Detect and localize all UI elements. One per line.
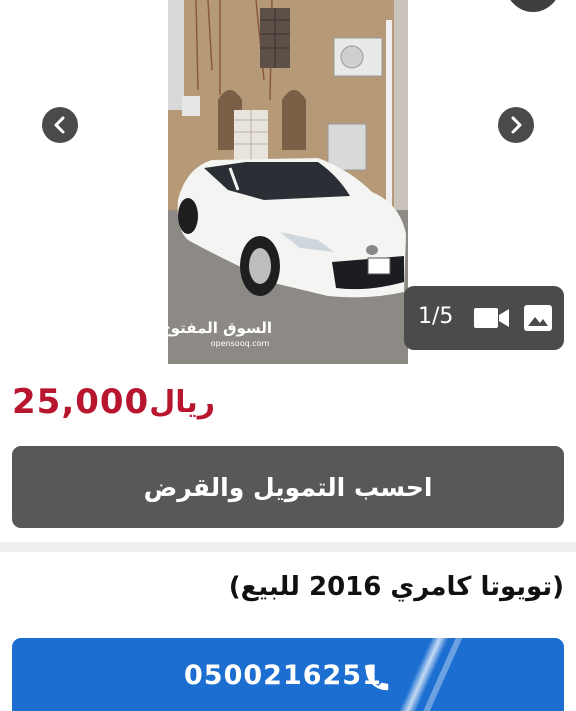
previous-image-button[interactable] bbox=[42, 107, 78, 143]
chevron-left-icon bbox=[54, 116, 65, 134]
finance-calculator-button[interactable]: احسب التمويل والقرض bbox=[12, 446, 564, 528]
chevron-right-icon bbox=[511, 116, 522, 134]
close-circle-button[interactable] bbox=[504, 0, 562, 12]
call-button[interactable]: 0500216251 bbox=[12, 638, 564, 711]
price-value: 25,000 bbox=[12, 382, 150, 422]
phone-icon bbox=[365, 667, 389, 691]
video-camera-icon[interactable] bbox=[474, 306, 510, 330]
phone-number: 0500216251 bbox=[184, 660, 382, 691]
price: ريال 25,000 bbox=[12, 380, 229, 424]
car-photo[interactable]: السوق المفتوح opensooq.com bbox=[168, 0, 408, 364]
watermark-latin: opensooq.com bbox=[211, 339, 270, 348]
media-toolbar: 1/5 bbox=[404, 286, 564, 350]
image-counter: 1/5 bbox=[418, 304, 454, 329]
image-gallery[interactable]: السوق المفتوح opensooq.com 1/5 bbox=[0, 0, 576, 364]
watermark-arabic: السوق المفتوح bbox=[168, 319, 272, 337]
price-currency: ريال bbox=[149, 384, 216, 420]
image-icon[interactable] bbox=[524, 305, 552, 331]
listing-title: (تويوتا كامري 2016 للبيع) bbox=[228, 572, 564, 602]
section-divider bbox=[0, 542, 576, 552]
next-image-button[interactable] bbox=[498, 107, 534, 143]
